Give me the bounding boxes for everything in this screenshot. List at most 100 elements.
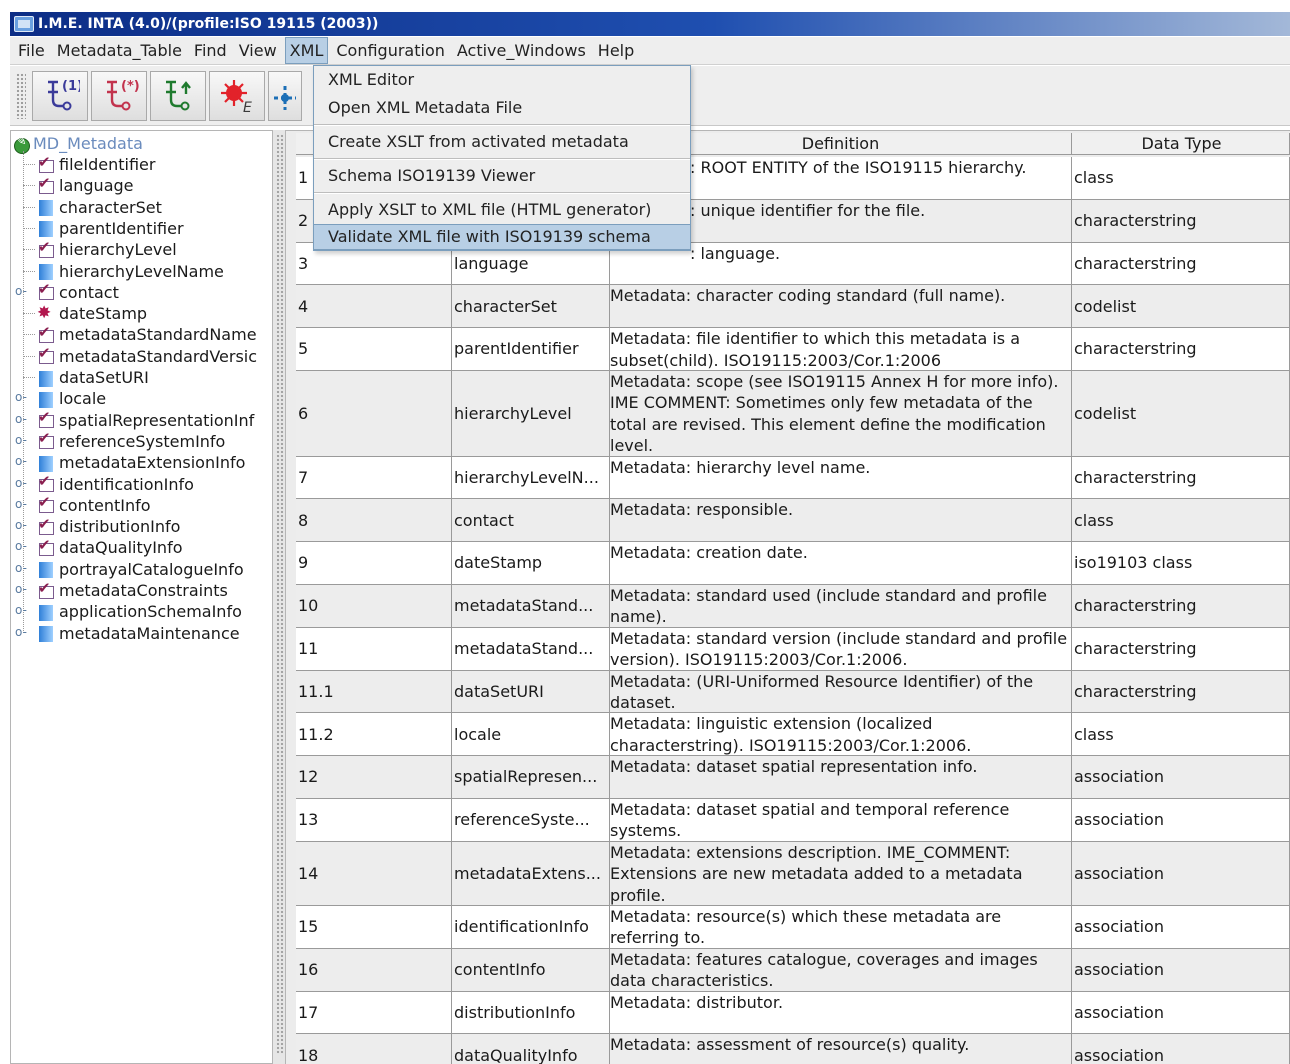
table-row[interactable]: 7 hierarchyLevelN... Metadata: hierarchy l… [296, 456, 1290, 500]
tree-item-parentIdentifier[interactable]: parentIdentifier [37, 218, 184, 239]
tree-expand-icon[interactable]: o- [15, 476, 27, 490]
column-header-data-type[interactable]: Data Type [1072, 133, 1290, 155]
panel-splitter[interactable] [272, 130, 286, 1064]
menu-separator [314, 158, 690, 160]
tree-expand-icon[interactable]: o- [15, 561, 27, 575]
tree-expand-icon[interactable]: o- [15, 603, 27, 617]
table-row[interactable]: 9 dateStamp Metadata: creation date. iso191… [296, 542, 1290, 585]
tree-item-metadataMaintenance[interactable]: metadataMaintenance [37, 623, 240, 644]
table-row[interactable]: 16 contentInfo Metadata: features catalogu… [296, 948, 1290, 992]
table-row[interactable]: 15 identificationInfo Metadata: resource(s… [296, 905, 1290, 949]
tree-expand-icon[interactable]: o- [15, 433, 27, 447]
tree-expand-icon[interactable]: o- [15, 497, 27, 511]
cell-definition: Metadata: standard version (include stan… [610, 627, 1072, 670]
tree-item-contentInfo[interactable]: contentInfo [37, 493, 151, 516]
table-row[interactable]: 11 metadataStand... Metadata: standard ver… [296, 627, 1290, 671]
menu-view[interactable]: View [235, 38, 281, 63]
toolbar-grip[interactable] [16, 72, 26, 119]
tree-item-fileIdentifier[interactable]: fileIdentifier [37, 153, 155, 175]
menu-file[interactable]: File [14, 38, 49, 63]
tree-expand-icon[interactable]: o- [15, 625, 27, 639]
menu-metadata-table[interactable]: Metadata_Table [53, 38, 186, 63]
menu-find[interactable]: Find [190, 38, 231, 63]
cell-data-type: characterstring [1072, 242, 1290, 285]
tree-arrow-button[interactable] [150, 70, 206, 121]
network-button[interactable] [268, 70, 302, 121]
tree-branch-line [23, 270, 35, 272]
tree-item-dataQualityInfo[interactable]: dataQualityInfo [37, 536, 183, 558]
square-icon [37, 220, 55, 238]
cell-data-type: characterstring [1072, 627, 1290, 670]
square-icon [37, 199, 55, 217]
menu-item-validate-xml[interactable]: Validate XML file with ISO19139 schema [314, 224, 690, 250]
tree-item-distributionInfo[interactable]: distributionInfo [37, 515, 180, 537]
square-icon [37, 561, 55, 579]
tree-root[interactable]: MD_Metadata [13, 133, 143, 154]
tree-item-label: parentIdentifier [59, 218, 184, 238]
tree-expand-icon[interactable]: o- [15, 412, 27, 426]
tree-item-contact[interactable]: contact [37, 280, 119, 303]
tree-item-metadataStandardName[interactable]: metadataStandardName [37, 323, 257, 345]
table-row[interactable]: 13 referenceSyste... Metadata: dataset spa… [296, 798, 1290, 842]
table-row[interactable]: 6 hierarchyLevel Metadata: scope (see ISO1… [296, 370, 1290, 457]
cell-definition: Metadata: (URI-Uniformed Resource Identi… [610, 670, 1072, 713]
menu-item-xml-editor[interactable]: XML Editor [314, 66, 690, 94]
cell-name: distributionInfo [452, 991, 610, 1034]
svg-text:(1): (1) [62, 79, 80, 94]
tree-item-hierarchyLevelName[interactable]: hierarchyLevelName [37, 261, 224, 282]
tree-item-language[interactable]: language [37, 174, 134, 196]
cell-number: 16 [296, 948, 452, 991]
tree-item-locale[interactable]: locale [37, 388, 106, 409]
menu-help[interactable]: Help [594, 38, 638, 63]
tree-item-dateStamp[interactable]: dateStamp [37, 303, 147, 324]
table-row[interactable]: 17 distributionInfo Metadata: distributor.… [296, 991, 1290, 1035]
menu-item-open-xml-metadata[interactable]: Open XML Metadata File [314, 94, 690, 122]
menu-item-create-xslt[interactable]: Create XSLT from activated metadata [314, 128, 690, 156]
menu-configuration[interactable]: Configuration [332, 38, 449, 63]
cell-data-type: association [1072, 991, 1290, 1034]
table-row[interactable]: 14 metadataExtens... Metadata: extensions … [296, 841, 1290, 906]
tree-item-applicationSchemaInfo[interactable]: applicationSchemaInfo [37, 601, 242, 622]
tree-expand-icon[interactable]: o- [15, 390, 27, 404]
tree-item-label: locale [59, 389, 107, 409]
table-row[interactable]: 18 dataQualityInfo Metadata: assessment of… [296, 1034, 1290, 1064]
menu-active-windows[interactable]: Active_Windows [453, 38, 590, 63]
cell-data-type: class [1072, 499, 1290, 542]
metadata-tree[interactable]: MD_Metadata fileIdentifier languagecharac… [10, 130, 272, 1064]
cell-name: parentIdentifier [452, 328, 610, 370]
table-row[interactable]: 8 contact Metadata: responsible. class [296, 499, 1290, 543]
menu-item-schema-viewer[interactable]: Schema ISO19139 Viewer [314, 162, 690, 190]
tree-expand-icon[interactable]: o- [15, 454, 27, 468]
menu-xml[interactable]: XML [284, 37, 329, 64]
tree-item-referenceSystemInfo[interactable]: referenceSystemInfo [37, 429, 225, 452]
tree-item-metadataExtensionInfo[interactable]: metadataExtensionInfo [37, 452, 245, 473]
virus-e-button[interactable]: E [209, 70, 265, 121]
tree-item-portrayalCatalogueInfo[interactable]: portrayalCatalogueInfo [37, 559, 244, 580]
window-title-bar[interactable]: I.M.E. INTA (4.0)/(profile:ISO 19115 (20… [10, 12, 1290, 36]
tree-item-identificationInfo[interactable]: identificationInfo [37, 472, 194, 495]
tree-expand-icon[interactable]: o- [15, 539, 27, 553]
tree-branch-line [23, 334, 35, 336]
tree-expand-icon[interactable]: o- [15, 284, 27, 298]
table-row[interactable]: 5 parentIdentifier Metadata: file identifi… [296, 328, 1290, 371]
tree-item-characterSet[interactable]: characterSet [37, 197, 162, 218]
tree-expand-icon[interactable]: o- [15, 518, 27, 532]
tree-expand-icon[interactable]: o- [15, 582, 27, 596]
table-row[interactable]: 12 spatialRepresen... Metadata: dataset sp… [296, 756, 1290, 799]
tree-item-spatialRepresentationInf[interactable]: spatialRepresentationInf [37, 408, 254, 431]
table-row[interactable]: 4 characterSet Metadata: character coding … [296, 285, 1290, 329]
tree-item-dataSetURI[interactable]: dataSetURI [37, 367, 149, 388]
tree-item-metadataStandardVersic[interactable]: metadataStandardVersic [37, 344, 257, 367]
tree-1-button[interactable]: (1) [32, 70, 88, 121]
cell-definition: Metadata: dataset spatial and temporal r… [610, 798, 1072, 841]
table-row[interactable]: 10 metadataStand... Metadata: standard use… [296, 584, 1290, 628]
cell-number: 7 [296, 456, 452, 499]
tree-item-hierarchyLevel[interactable]: hierarchyLevel [37, 238, 177, 260]
cell-data-type: association [1072, 948, 1290, 991]
table-row[interactable]: 11.2 locale Metadata: linguistic extension… [296, 713, 1290, 757]
tree-item-metadataConstraints[interactable]: metadataConstraints [37, 579, 228, 601]
menu-item-apply-xslt[interactable]: Apply XSLT to XML file (HTML generator) [314, 196, 690, 224]
cell-name: spatialRepresen... [452, 756, 610, 798]
tree-star-button[interactable]: (*) [91, 70, 147, 121]
table-row[interactable]: 11.1 dataSetURI Metadata: (URI-Uniformed R… [296, 670, 1290, 714]
